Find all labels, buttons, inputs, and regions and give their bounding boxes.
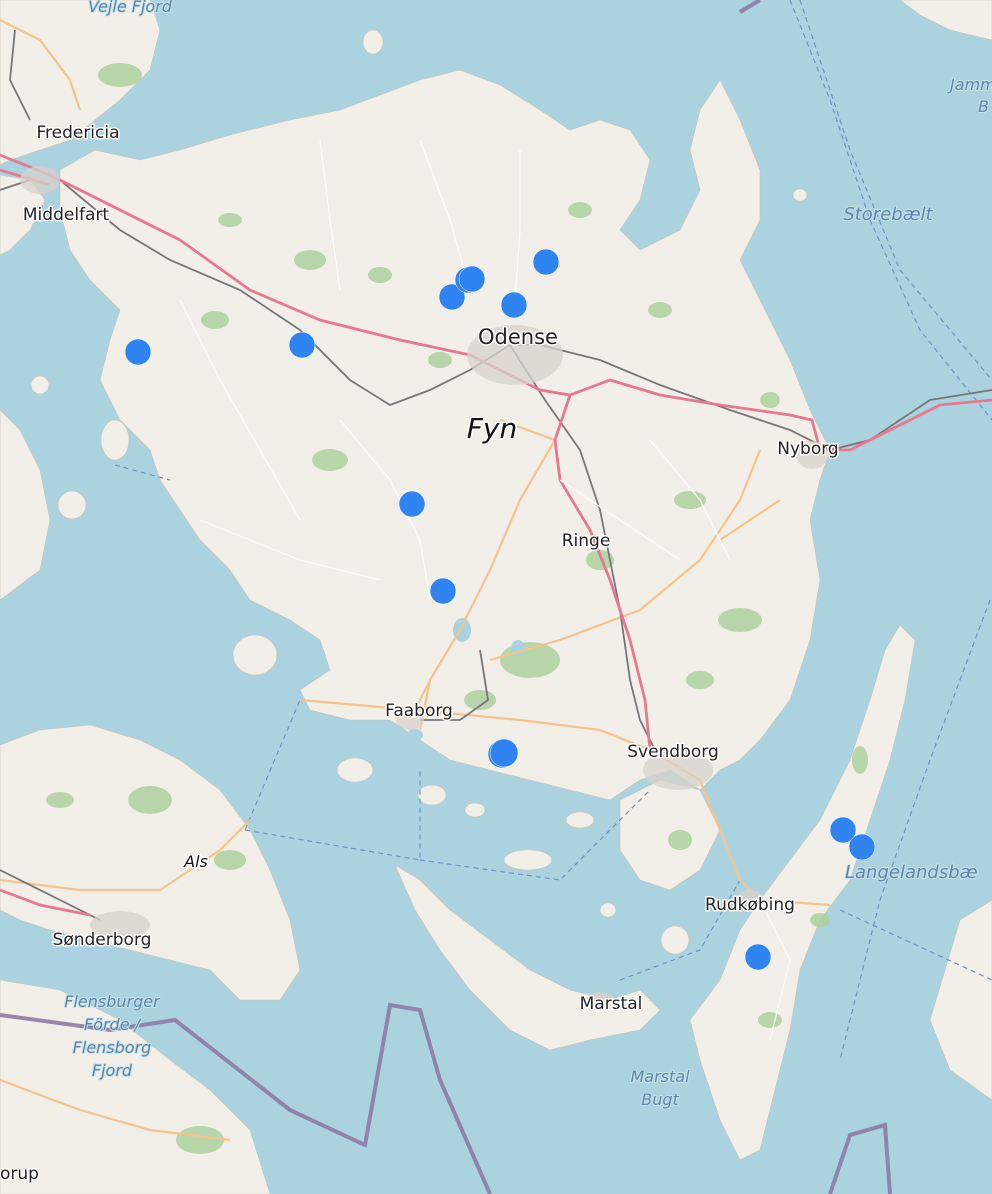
- islet: [336, 757, 374, 783]
- location-marker[interactable]: [288, 331, 316, 359]
- islet: [565, 811, 595, 829]
- water-label-flensburger-3: Flensborg: [73, 1038, 152, 1057]
- water-label-langelandsbaelt: Langelandsbæ: [845, 862, 978, 883]
- place-label-rudkobing: Rudkøbing: [705, 895, 795, 915]
- place-label-svendborg: Svendborg: [627, 742, 719, 762]
- place-label-faaborg: Faaborg: [385, 701, 453, 721]
- water-label-marstal-bugt-2: Bugt: [641, 1090, 679, 1109]
- islet: [599, 902, 617, 918]
- location-marker[interactable]: [489, 738, 519, 768]
- water-label-storebaelt: Storebælt: [843, 204, 933, 225]
- place-label-odense: Odense: [478, 325, 558, 349]
- water-label-jammer-2: B: [978, 97, 989, 116]
- water-label-flensburger-1: Flensburger: [64, 992, 161, 1011]
- location-marker[interactable]: [124, 338, 152, 366]
- water-label-vejle-fjord: Vejle Fjord: [88, 0, 173, 16]
- place-label-fredericia: Fredericia: [36, 123, 119, 143]
- place-label-orup: orup: [0, 1164, 39, 1184]
- water-label-jammer-1: Jamm: [947, 75, 992, 94]
- place-label-als: Als: [183, 852, 208, 871]
- islet: [57, 490, 87, 520]
- place-label-sonderborg: Sønderborg: [53, 930, 152, 950]
- map-canvas: Vejle Fjord Storebælt Langelandsbæ Flens…: [0, 0, 992, 1194]
- place-label-ringe: Ringe: [562, 531, 611, 551]
- islet: [660, 925, 690, 955]
- islet: [792, 188, 808, 202]
- location-marker[interactable]: [398, 490, 426, 518]
- water-label-flensburger-2: Förde /: [84, 1015, 142, 1034]
- islet: [100, 419, 130, 461]
- location-marker[interactable]: [848, 833, 876, 861]
- map-view[interactable]: Vejle Fjord Storebælt Langelandsbæ Flens…: [0, 0, 992, 1194]
- location-marker[interactable]: [500, 291, 528, 319]
- islet: [232, 634, 278, 676]
- water-label-marstal-bugt-1: Marstal: [630, 1067, 690, 1086]
- islet: [503, 849, 553, 871]
- islet: [464, 802, 486, 818]
- location-marker[interactable]: [532, 248, 560, 276]
- location-marker[interactable]: [429, 577, 457, 605]
- place-label-marstal: Marstal: [580, 994, 643, 1014]
- location-marker[interactable]: [744, 943, 772, 971]
- islet: [362, 29, 384, 55]
- place-label-fyn: Fyn: [467, 412, 517, 445]
- water-label-flensburger-4: Fjord: [92, 1061, 133, 1080]
- islet: [417, 784, 447, 806]
- place-label-nyborg: Nyborg: [777, 439, 838, 459]
- islet: [30, 375, 50, 395]
- location-marker[interactable]: [458, 265, 486, 293]
- place-label-middelfart: Middelfart: [23, 205, 110, 225]
